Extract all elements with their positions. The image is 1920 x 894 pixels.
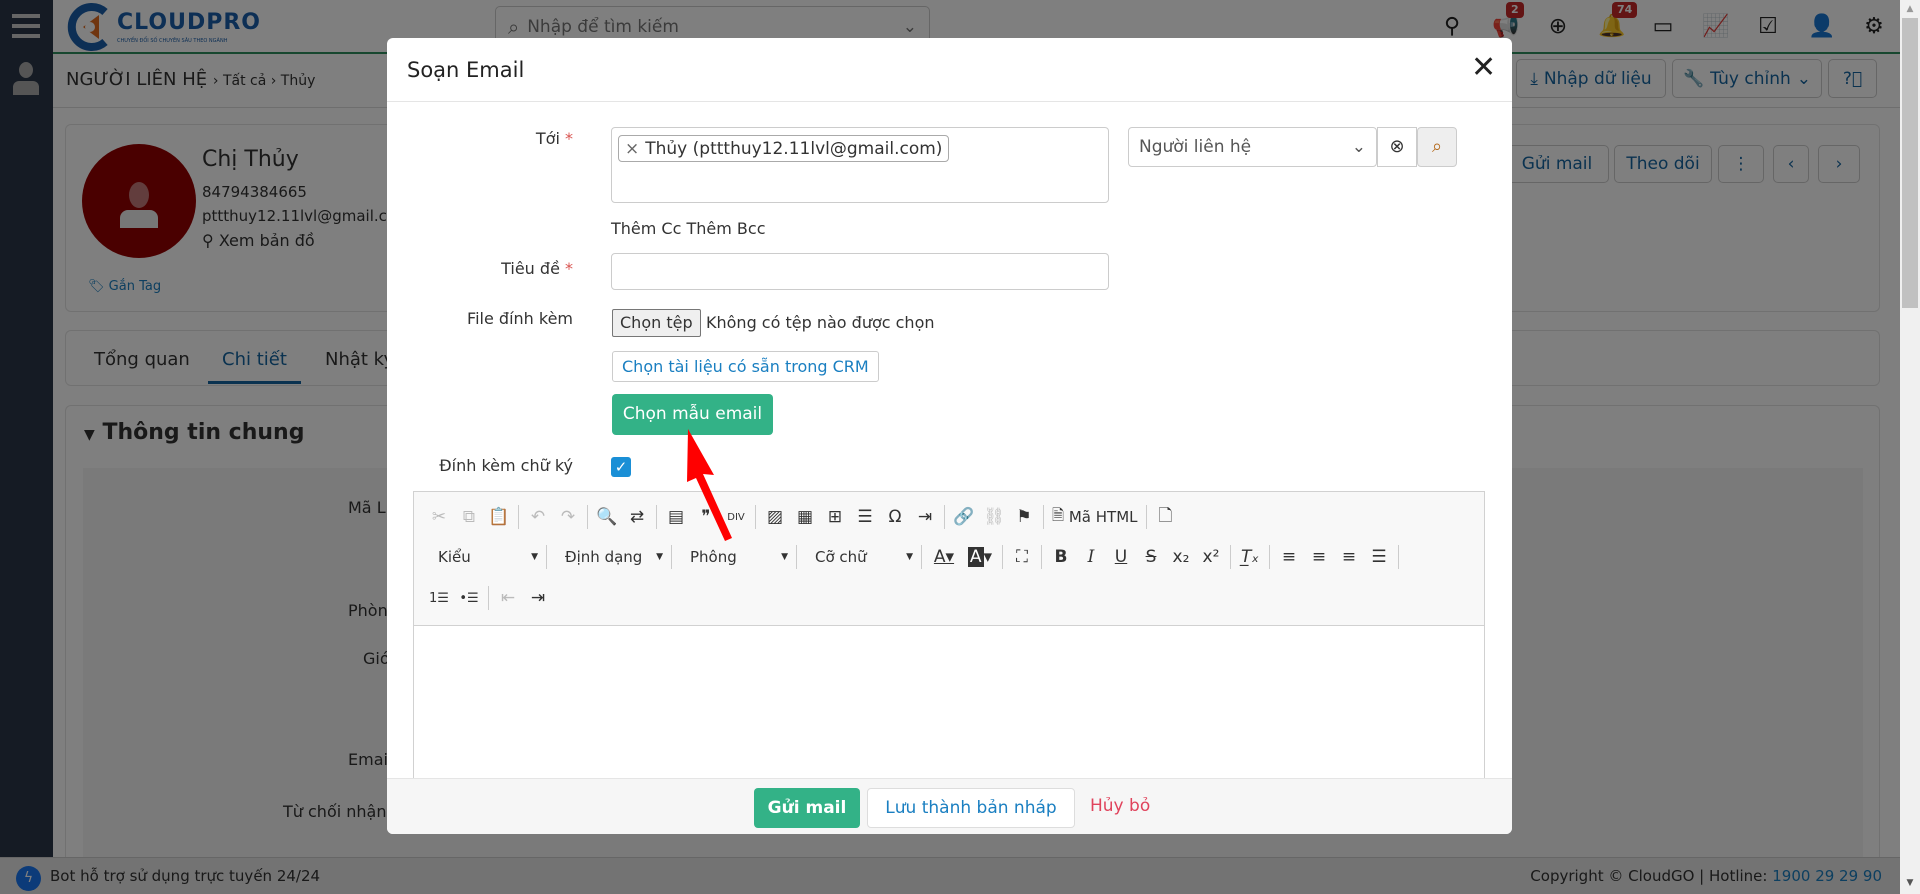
outdent-icon[interactable]: ⇤ xyxy=(493,584,523,612)
blockquote-icon[interactable]: ❞ xyxy=(691,503,721,531)
compose-email-modal: Soạn Email ✕ Tới * × Thủy (pttthuy12.11lv… xyxy=(387,38,1512,834)
clear-circle-icon: ⊗ xyxy=(1389,136,1405,157)
italic-icon[interactable]: I xyxy=(1076,543,1106,571)
recipient-type-value: Người liên hệ xyxy=(1139,137,1252,157)
search-icon: ⌕ xyxy=(1431,136,1443,157)
choose-email-template-button[interactable]: Chọn mẫu email xyxy=(612,394,773,435)
underline-icon[interactable]: U xyxy=(1106,543,1136,571)
attachment-label: File đính kèm xyxy=(467,309,573,328)
add-bcc-link[interactable]: Thêm Bcc xyxy=(687,219,766,238)
recipient-tag: × Thủy (pttthuy12.11lvl@gmail.com) xyxy=(618,135,950,162)
align-justify-icon[interactable]: ☰ xyxy=(1364,543,1394,571)
recipient-tag-label: Thủy (pttthuy12.11lvl@gmail.com) xyxy=(645,138,943,159)
to-label: Tới * xyxy=(535,129,573,148)
copy-icon[interactable]: ⧉ xyxy=(454,503,484,531)
div-container-icon[interactable]: DIV xyxy=(721,503,751,531)
modal-header: Soạn Email ✕ xyxy=(387,38,1512,102)
source-html-button[interactable]: 🗎 Mã HTML xyxy=(1048,503,1142,531)
subject-label: Tiêu đề * xyxy=(501,259,573,278)
unlink-icon[interactable]: ⛓ xyxy=(979,503,1009,531)
modal-footer: Gửi mail Lưu thành bản nháp Hủy bỏ xyxy=(387,778,1512,834)
search-recipient-button[interactable]: ⌕ xyxy=(1417,127,1457,167)
modal-title: Soạn Email xyxy=(407,58,525,82)
page-break-icon[interactable]: ⇥ xyxy=(910,503,940,531)
remove-recipient-icon[interactable]: × xyxy=(625,139,639,159)
image-icon[interactable]: ▨ xyxy=(760,503,790,531)
horizontal-line-icon[interactable]: ☰ xyxy=(850,503,880,531)
scrollbar-thumb[interactable] xyxy=(1902,18,1918,308)
indent-icon[interactable]: ⇥ xyxy=(523,584,553,612)
style-dropdown[interactable]: Kiểu ▼ xyxy=(424,543,542,571)
font-size-dropdown[interactable]: Cỡ chữ ▼ xyxy=(801,543,917,571)
send-mail-button[interactable]: Gửi mail xyxy=(754,788,860,828)
editor-toolbar: ✂ ⧉ 📋 ↶ ↷ 🔍 ⇄ ▤ ❞ DIV ▨ ▦ ⊞ ☰ Ω ⇥ 🔗 ⛓ ⚑ … xyxy=(414,492,1484,626)
choose-file-button[interactable]: Chọn tệp xyxy=(612,309,701,337)
signature-checkbox[interactable]: ✓ xyxy=(611,457,631,477)
subject-input[interactable] xyxy=(611,253,1109,290)
format-dropdown[interactable]: Định dạng ▼ xyxy=(551,543,667,571)
iframe-icon[interactable]: ▦ xyxy=(790,503,820,531)
subscript-icon[interactable]: x₂ xyxy=(1166,543,1196,571)
cancel-link[interactable]: Hủy bỏ xyxy=(1090,796,1150,816)
remove-format-icon[interactable]: T̲ₓ xyxy=(1235,543,1265,571)
source-icon: 🗎 xyxy=(1052,505,1065,524)
preview-icon[interactable]: 🗋 xyxy=(1151,503,1181,531)
close-icon[interactable]: ✕ xyxy=(1471,50,1496,85)
signature-label: Đính kèm chữ ký xyxy=(439,456,573,475)
cc-bcc-links: Thêm Cc Thêm Bcc xyxy=(611,219,766,238)
align-right-icon[interactable]: ≡ xyxy=(1334,543,1364,571)
recipients-input[interactable]: × Thủy (pttthuy12.11lvl@gmail.com) xyxy=(611,127,1109,203)
find-icon[interactable]: 🔍 xyxy=(592,503,622,531)
anchor-flag-icon[interactable]: ⚑ xyxy=(1009,503,1039,531)
clear-recipient-button[interactable]: ⊗ xyxy=(1377,127,1417,167)
font-dropdown[interactable]: Phông ▼ xyxy=(676,543,792,571)
numbered-list-icon[interactable]: 1☰ xyxy=(424,584,454,612)
align-left-icon[interactable]: ≡ xyxy=(1274,543,1304,571)
text-color-icon[interactable]: A▾ xyxy=(926,543,962,571)
undo-icon[interactable]: ↶ xyxy=(523,503,553,531)
page-scrollbar[interactable]: ▲ ▼ xyxy=(1900,0,1920,894)
table-icon[interactable]: ⊞ xyxy=(820,503,850,531)
strikethrough-icon[interactable]: S xyxy=(1136,543,1166,571)
chevron-down-icon: ⌄ xyxy=(1351,137,1366,157)
choose-crm-document-button[interactable]: Chọn tài liệu có sẵn trong CRM xyxy=(612,351,879,382)
recipient-type-select[interactable]: Người liên hệ ⌄ xyxy=(1128,127,1377,167)
templates-icon[interactable]: ▤ xyxy=(661,503,691,531)
save-draft-button[interactable]: Lưu thành bản nháp xyxy=(867,788,1075,828)
bullet-list-icon[interactable]: •☰ xyxy=(454,584,484,612)
maximize-icon[interactable]: ⛶ xyxy=(1007,543,1037,571)
redo-icon[interactable]: ↷ xyxy=(553,503,583,531)
cut-icon[interactable]: ✂ xyxy=(424,503,454,531)
background-color-icon[interactable]: A ▾ xyxy=(962,543,998,571)
paste-icon[interactable]: 📋 xyxy=(484,503,514,531)
link-icon[interactable]: 🔗 xyxy=(949,503,979,531)
special-char-icon[interactable]: Ω xyxy=(880,503,910,531)
bold-icon[interactable]: B xyxy=(1046,543,1076,571)
add-cc-link[interactable]: Thêm Cc xyxy=(611,219,681,238)
replace-icon[interactable]: ⇄ xyxy=(622,503,652,531)
align-center-icon[interactable]: ≡ xyxy=(1304,543,1334,571)
no-file-text: Không có tệp nào được chọn xyxy=(706,313,935,332)
superscript-icon[interactable]: x² xyxy=(1196,543,1226,571)
source-html-label: Mã HTML xyxy=(1068,508,1138,526)
